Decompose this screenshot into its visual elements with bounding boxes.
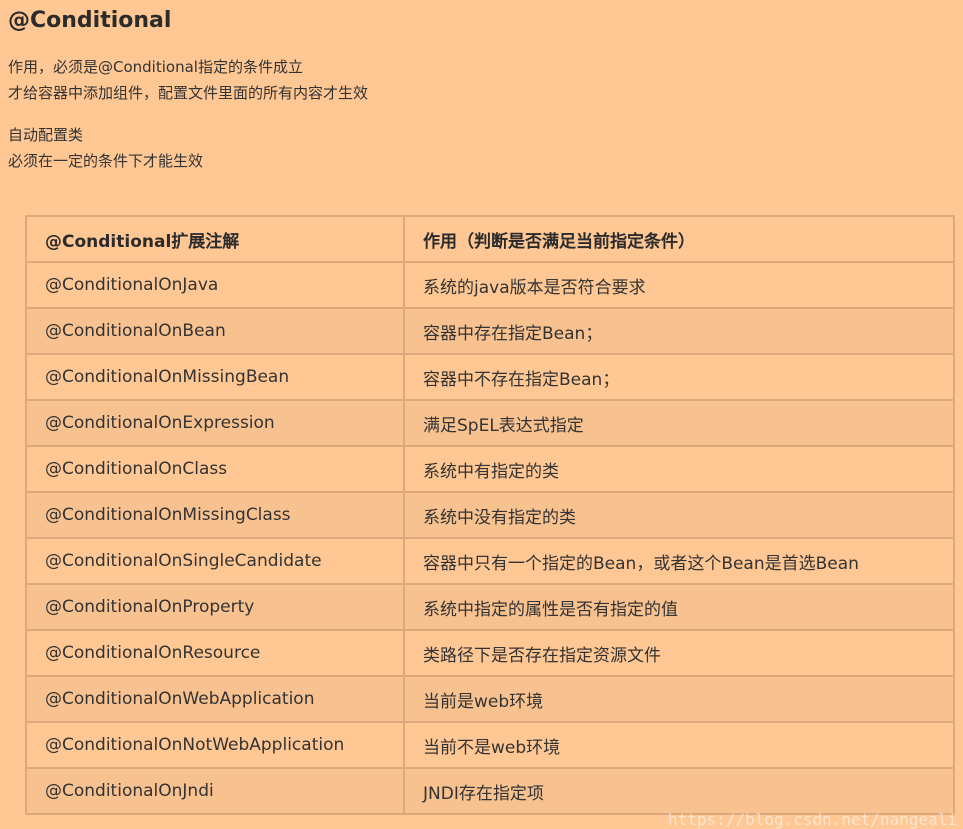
intro-paragraph: 作用，必须是@Conditional指定的条件成立 才给容器中添加组件，配置文件… [8, 54, 368, 106]
annotation-cell: @ConditionalOnJava [25, 261, 405, 309]
auto-config-paragraph: 自动配置类 必须在一定的条件下才能生效 [8, 122, 203, 174]
purpose-cell: JNDI存在指定项 [403, 767, 955, 815]
table-row: @ConditionalOnProperty 系统中指定的属性是否有指定的值 [25, 583, 955, 631]
table-row: @ConditionalOnWebApplication 当前是web环境 [25, 675, 955, 723]
table-row: @ConditionalOnSingleCandidate 容器中只有一个指定的… [25, 537, 955, 585]
purpose-cell: 满足SpEL表达式指定 [403, 399, 955, 447]
purpose-cell: 系统中没有指定的类 [403, 491, 955, 539]
purpose-cell: 当前不是web环境 [403, 721, 955, 769]
annotation-cell: @ConditionalOnSingleCandidate [25, 537, 405, 585]
annotation-cell: @ConditionalOnResource [25, 629, 405, 677]
auto-config-line-2: 必须在一定的条件下才能生效 [8, 152, 204, 170]
purpose-cell: 容器中存在指定Bean； [403, 307, 955, 355]
watermark: https://blog.csdn.net/nangeali [668, 810, 957, 829]
annotation-cell: @ConditionalOnMissingBean [25, 353, 405, 401]
annotation-cell: @ConditionalOnProperty [25, 583, 405, 631]
table-row: @ConditionalOnClass 系统中有指定的类 [25, 445, 955, 493]
table-row: @ConditionalOnMissingBean 容器中不存在指定Bean； [25, 353, 955, 401]
table-row: @ConditionalOnNotWebApplication 当前不是web环… [25, 721, 955, 769]
annotation-cell: @ConditionalOnClass [25, 445, 405, 493]
annotation-cell: @ConditionalOnWebApplication [25, 675, 405, 723]
header-purpose: 作用（判断是否满足当前指定条件） [403, 215, 955, 263]
annotation-cell: @ConditionalOnBean [25, 307, 405, 355]
auto-config-line-1: 自动配置类 [8, 126, 84, 144]
annotation-cell: @ConditionalOnMissingClass [25, 491, 405, 539]
conditional-annotations-table: @Conditional扩展注解 作用（判断是否满足当前指定条件） @Condi… [25, 215, 955, 815]
purpose-cell: 容器中不存在指定Bean； [403, 353, 955, 401]
table-row: @ConditionalOnJndi JNDI存在指定项 [25, 767, 955, 815]
purpose-cell: 当前是web环境 [403, 675, 955, 723]
annotation-cell: @ConditionalOnJndi [25, 767, 405, 815]
intro-line-1: 作用，必须是@Conditional指定的条件成立 [8, 58, 303, 76]
purpose-cell: 系统中有指定的类 [403, 445, 955, 493]
purpose-cell: 系统的java版本是否符合要求 [403, 261, 955, 309]
table-row: @ConditionalOnExpression 满足SpEL表达式指定 [25, 399, 955, 447]
purpose-cell: 类路径下是否存在指定资源文件 [403, 629, 955, 677]
page-title: @Conditional [8, 8, 172, 33]
table-header-row: @Conditional扩展注解 作用（判断是否满足当前指定条件） [25, 215, 955, 263]
table-row: @ConditionalOnResource 类路径下是否存在指定资源文件 [25, 629, 955, 677]
table-row: @ConditionalOnJava 系统的java版本是否符合要求 [25, 261, 955, 309]
table-row: @ConditionalOnBean 容器中存在指定Bean； [25, 307, 955, 355]
purpose-cell: 容器中只有一个指定的Bean，或者这个Bean是首选Bean [403, 537, 955, 585]
table-row: @ConditionalOnMissingClass 系统中没有指定的类 [25, 491, 955, 539]
intro-line-2: 才给容器中添加组件，配置文件里面的所有内容才生效 [8, 84, 369, 102]
purpose-cell: 系统中指定的属性是否有指定的值 [403, 583, 955, 631]
annotation-cell: @ConditionalOnNotWebApplication [25, 721, 405, 769]
header-annotation: @Conditional扩展注解 [25, 215, 405, 263]
annotation-cell: @ConditionalOnExpression [25, 399, 405, 447]
